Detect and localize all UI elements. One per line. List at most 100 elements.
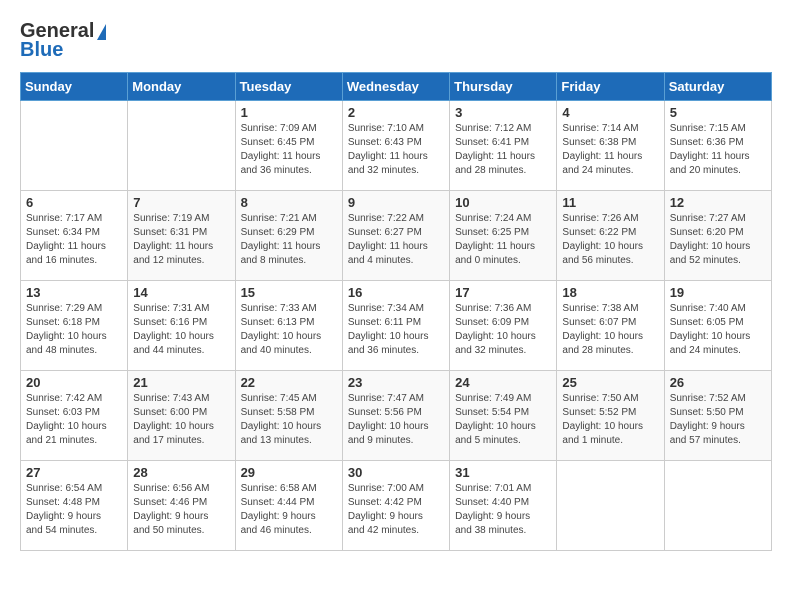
day-info: Sunrise: 7:36 AM Sunset: 6:09 PM Dayligh…: [455, 302, 551, 358]
day-number: 16: [348, 285, 444, 300]
day-info: Sunrise: 7:38 AM Sunset: 6:07 PM Dayligh…: [562, 302, 658, 358]
weekday-header-monday: Monday: [128, 73, 235, 101]
calendar-cell: 17Sunrise: 7:36 AM Sunset: 6:09 PM Dayli…: [450, 281, 557, 371]
calendar-cell: 8 Sunrise: 7:21 AM Sunset: 6:29 PM Daylig…: [235, 191, 342, 281]
calendar-cell: 9 Sunrise: 7:22 AM Sunset: 6:27 PM Daylig…: [342, 191, 449, 281]
calendar-cell: 10 Sunrise: 7:24 AM Sunset: 6:25 PM Dayli…: [450, 191, 557, 281]
calendar-table: SundayMondayTuesdayWednesdayThursdayFrid…: [20, 72, 772, 551]
day-info: Sunrise: 7:45 AM Sunset: 5:58 PM Dayligh…: [241, 392, 337, 448]
calendar-cell: 11 Sunrise: 7:26 AM Sunset: 6:22 PM Dayli…: [557, 191, 664, 281]
day-number: 31: [455, 465, 551, 480]
day-number: 24: [455, 375, 551, 390]
day-number: 22: [241, 375, 337, 390]
calendar-cell: [557, 461, 664, 551]
weekday-header-row: SundayMondayTuesdayWednesdayThursdayFrid…: [21, 73, 772, 101]
day-info: Sunrise: 7:50 AM Sunset: 5:52 PM Dayligh…: [562, 392, 658, 448]
calendar-cell: 28 Sunrise: 6:56 AM Sunset: 4:46 PM Dayli…: [128, 461, 235, 551]
day-number: 25: [562, 375, 658, 390]
day-info: Sunrise: 7:33 AM Sunset: 6:13 PM Dayligh…: [241, 302, 337, 358]
day-info: Sunrise: 7:12 AM Sunset: 6:41 PM Dayligh…: [455, 122, 551, 178]
calendar-cell: 12 Sunrise: 7:27 AM Sunset: 6:20 PM Dayli…: [664, 191, 771, 281]
day-info: Sunrise: 7:19 AM Sunset: 6:31 PM Dayligh…: [133, 212, 229, 268]
logo-arrow-icon: [97, 24, 106, 40]
day-info: Sunrise: 7:10 AM Sunset: 6:43 PM Dayligh…: [348, 122, 444, 178]
weekday-header-friday: Friday: [557, 73, 664, 101]
calendar-week-3: 13 Sunrise: 7:29 AM Sunset: 6:18 PM Dayli…: [21, 281, 772, 371]
day-number: 4: [562, 105, 658, 120]
day-info: Sunrise: 6:56 AM Sunset: 4:46 PM Dayligh…: [133, 482, 229, 538]
day-info: Sunrise: 7:15 AM Sunset: 6:36 PM Dayligh…: [670, 122, 766, 178]
calendar-cell: 24 Sunrise: 7:49 AM Sunset: 5:54 PM Dayli…: [450, 371, 557, 461]
calendar-cell: 19 Sunrise: 7:40 AM Sunset: 6:05 PM Dayli…: [664, 281, 771, 371]
day-number: 12: [670, 195, 766, 210]
day-info: Sunrise: 7:47 AM Sunset: 5:56 PM Dayligh…: [348, 392, 444, 448]
calendar-week-4: 20Sunrise: 7:42 AM Sunset: 6:03 PM Dayli…: [21, 371, 772, 461]
day-info: Sunrise: 7:34 AM Sunset: 6:11 PM Dayligh…: [348, 302, 444, 358]
day-number: 21: [133, 375, 229, 390]
calendar-cell: 26 Sunrise: 7:52 AM Sunset: 5:50 PM Dayli…: [664, 371, 771, 461]
calendar-cell: 5 Sunrise: 7:15 AM Sunset: 6:36 PM Daylig…: [664, 101, 771, 191]
day-number: 26: [670, 375, 766, 390]
calendar-cell: 22 Sunrise: 7:45 AM Sunset: 5:58 PM Dayli…: [235, 371, 342, 461]
calendar-cell: 27Sunrise: 6:54 AM Sunset: 4:48 PM Dayli…: [21, 461, 128, 551]
calendar-cell: 31 Sunrise: 7:01 AM Sunset: 4:40 PM Dayli…: [450, 461, 557, 551]
day-number: 30: [348, 465, 444, 480]
day-number: 2: [348, 105, 444, 120]
day-number: 15: [241, 285, 337, 300]
calendar-cell: 14Sunrise: 7:31 AM Sunset: 6:16 PM Dayli…: [128, 281, 235, 371]
day-number: 13: [26, 285, 122, 300]
calendar-week-2: 6 Sunrise: 7:17 AM Sunset: 6:34 PM Daylig…: [21, 191, 772, 281]
calendar-cell: 16 Sunrise: 7:34 AM Sunset: 6:11 PM Dayli…: [342, 281, 449, 371]
day-number: 5: [670, 105, 766, 120]
calendar-cell: 3 Sunrise: 7:12 AM Sunset: 6:41 PM Daylig…: [450, 101, 557, 191]
day-number: 19: [670, 285, 766, 300]
logo-blue: Blue: [20, 39, 63, 62]
calendar-cell: 29 Sunrise: 6:58 AM Sunset: 4:44 PM Dayli…: [235, 461, 342, 551]
calendar-cell: 25 Sunrise: 7:50 AM Sunset: 5:52 PM Dayli…: [557, 371, 664, 461]
day-info: Sunrise: 7:09 AM Sunset: 6:45 PM Dayligh…: [241, 122, 337, 178]
day-number: 11: [562, 195, 658, 210]
calendar-cell: 6 Sunrise: 7:17 AM Sunset: 6:34 PM Daylig…: [21, 191, 128, 281]
day-number: 1: [241, 105, 337, 120]
calendar-week-1: 1 Sunrise: 7:09 AM Sunset: 6:45 PM Daylig…: [21, 101, 772, 191]
weekday-header-saturday: Saturday: [664, 73, 771, 101]
day-info: Sunrise: 7:21 AM Sunset: 6:29 PM Dayligh…: [241, 212, 337, 268]
day-info: Sunrise: 6:58 AM Sunset: 4:44 PM Dayligh…: [241, 482, 337, 538]
day-number: 10: [455, 195, 551, 210]
day-info: Sunrise: 7:49 AM Sunset: 5:54 PM Dayligh…: [455, 392, 551, 448]
day-info: Sunrise: 7:31 AM Sunset: 6:16 PM Dayligh…: [133, 302, 229, 358]
day-info: Sunrise: 7:24 AM Sunset: 6:25 PM Dayligh…: [455, 212, 551, 268]
day-number: 29: [241, 465, 337, 480]
weekday-header-thursday: Thursday: [450, 73, 557, 101]
day-number: 20: [26, 375, 122, 390]
day-number: 7: [133, 195, 229, 210]
day-info: Sunrise: 7:29 AM Sunset: 6:18 PM Dayligh…: [26, 302, 122, 358]
day-number: 9: [348, 195, 444, 210]
calendar-week-5: 27Sunrise: 6:54 AM Sunset: 4:48 PM Dayli…: [21, 461, 772, 551]
day-number: 3: [455, 105, 551, 120]
calendar-cell: 23Sunrise: 7:47 AM Sunset: 5:56 PM Dayli…: [342, 371, 449, 461]
day-info: Sunrise: 7:01 AM Sunset: 4:40 PM Dayligh…: [455, 482, 551, 538]
day-info: Sunrise: 7:52 AM Sunset: 5:50 PM Dayligh…: [670, 392, 766, 448]
day-info: Sunrise: 7:43 AM Sunset: 6:00 PM Dayligh…: [133, 392, 229, 448]
day-number: 8: [241, 195, 337, 210]
day-info: Sunrise: 7:27 AM Sunset: 6:20 PM Dayligh…: [670, 212, 766, 268]
day-info: Sunrise: 7:22 AM Sunset: 6:27 PM Dayligh…: [348, 212, 444, 268]
day-info: Sunrise: 7:40 AM Sunset: 6:05 PM Dayligh…: [670, 302, 766, 358]
day-info: Sunrise: 7:14 AM Sunset: 6:38 PM Dayligh…: [562, 122, 658, 178]
day-info: Sunrise: 7:17 AM Sunset: 6:34 PM Dayligh…: [26, 212, 122, 268]
calendar-cell: 1 Sunrise: 7:09 AM Sunset: 6:45 PM Daylig…: [235, 101, 342, 191]
weekday-header-sunday: Sunday: [21, 73, 128, 101]
calendar-cell: 30Sunrise: 7:00 AM Sunset: 4:42 PM Dayli…: [342, 461, 449, 551]
logo: General Blue: [20, 20, 106, 62]
day-number: 6: [26, 195, 122, 210]
page-header: General Blue: [20, 20, 772, 62]
calendar-cell: 7 Sunrise: 7:19 AM Sunset: 6:31 PM Daylig…: [128, 191, 235, 281]
calendar-cell: 2 Sunrise: 7:10 AM Sunset: 6:43 PM Daylig…: [342, 101, 449, 191]
day-info: Sunrise: 7:26 AM Sunset: 6:22 PM Dayligh…: [562, 212, 658, 268]
weekday-header-tuesday: Tuesday: [235, 73, 342, 101]
calendar-cell: 21 Sunrise: 7:43 AM Sunset: 6:00 PM Dayli…: [128, 371, 235, 461]
calendar-cell: [128, 101, 235, 191]
calendar-cell: 13 Sunrise: 7:29 AM Sunset: 6:18 PM Dayli…: [21, 281, 128, 371]
day-number: 28: [133, 465, 229, 480]
